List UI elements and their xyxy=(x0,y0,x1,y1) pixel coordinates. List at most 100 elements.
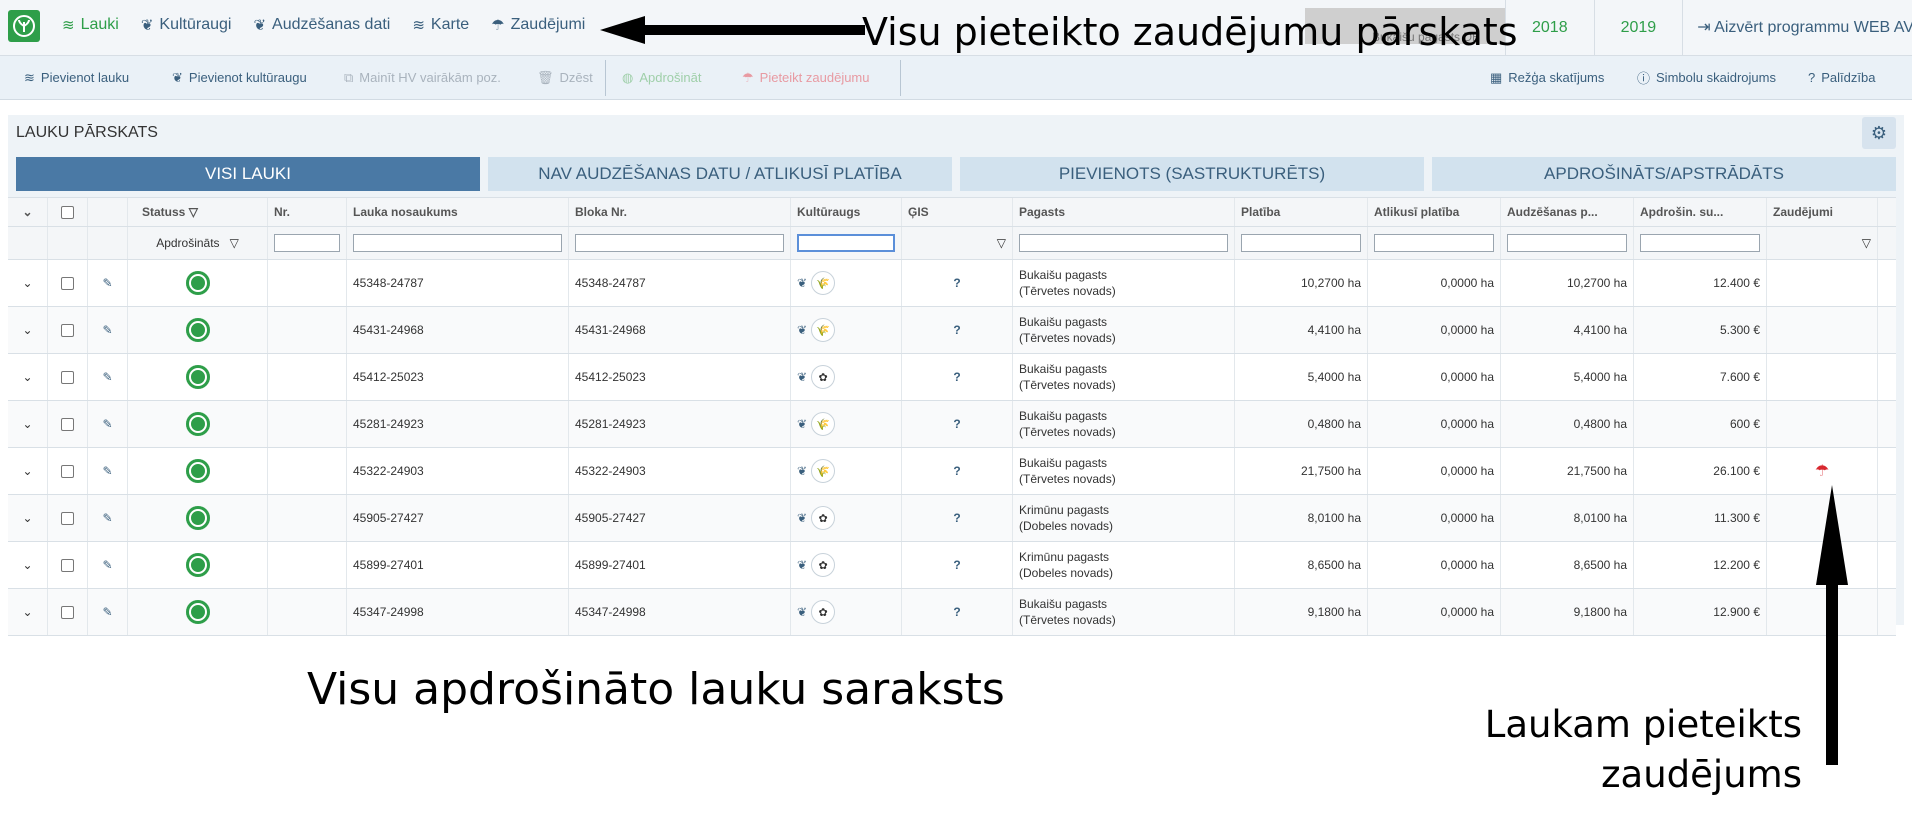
chevron-down-icon[interactable]: ⌄ xyxy=(22,323,32,337)
filter-block-input[interactable] xyxy=(575,234,784,252)
report-loss-button[interactable]: ☂ Pieteikt zaudējumu xyxy=(742,56,870,99)
table-row[interactable]: ⌄ ✎ 45322-24903 45322-24903 ❦ 🌾? Bukaišu pagas… xyxy=(8,448,1896,495)
filter-nr-input[interactable] xyxy=(274,234,340,252)
insure-button[interactable]: ◍ Apdrošināt xyxy=(622,56,702,99)
gis-unknown-icon[interactable]: ? xyxy=(953,511,960,525)
edit-pencil-icon[interactable]: ✎ xyxy=(102,370,112,384)
edit-pencil-icon[interactable]: ✎ xyxy=(102,605,112,619)
gis-unknown-icon[interactable]: ? xyxy=(953,370,960,384)
header-gis[interactable]: ĢIS xyxy=(902,198,1013,226)
rapeseed-icon[interactable]: ✿ xyxy=(811,600,836,624)
row-checkbox[interactable] xyxy=(61,370,74,384)
chevron-down-icon[interactable]: ⌄ xyxy=(22,370,32,384)
table-row[interactable]: ⌄ ✎ 45412-25023 45412-25023 ❦ ✿? Bukaišu pagas… xyxy=(8,354,1896,401)
chevron-down-icon[interactable]: ⌄ xyxy=(22,605,32,619)
tab-all-fields[interactable]: VISI LAUKI xyxy=(16,157,480,191)
filter-field-name-input[interactable] xyxy=(353,234,562,252)
app-logo[interactable] xyxy=(8,10,40,42)
table-row[interactable]: ⌄ ✎ 45281-24923 45281-24923 ❦ 🌾? Bukaišu pagas… xyxy=(8,401,1896,448)
select-all-checkbox[interactable] xyxy=(48,198,88,226)
filter-area-input[interactable] xyxy=(1241,234,1361,252)
table-row[interactable]: ⌄ ✎ 45905-27427 45905-27427 ❦ ✿? Krimūnu pagas… xyxy=(8,495,1896,542)
header-block-nr[interactable]: Bloka Nr. xyxy=(569,198,791,226)
edit-pencil-icon[interactable]: ✎ xyxy=(102,417,112,431)
help-button[interactable]: ? Palīdzība xyxy=(1808,56,1875,99)
row-checkbox[interactable] xyxy=(61,511,74,525)
loss-reported-icon[interactable]: ☂ xyxy=(1815,461,1829,481)
grain-icon[interactable]: 🌾 xyxy=(811,318,836,342)
chevron-down-icon[interactable]: ⌄ xyxy=(22,464,32,478)
filter-remaining-input[interactable] xyxy=(1374,234,1494,252)
delete-button[interactable]: 🗑 Dzēst xyxy=(537,56,593,99)
tab-insured[interactable]: APDROŠINĀTS/APSTRĀDĀTS xyxy=(1432,157,1896,191)
chevron-down-icon[interactable]: ⌄ xyxy=(22,276,32,290)
header-area[interactable]: Platība xyxy=(1235,198,1368,226)
nav-item-kulturaugi[interactable]: ❦ Kultūraugi xyxy=(141,16,232,34)
header-insured-sum[interactable]: Apdrošin. su... xyxy=(1634,198,1767,226)
insured-status-icon xyxy=(185,365,210,389)
edit-pencil-icon[interactable]: ✎ xyxy=(102,511,112,525)
rapeseed-icon[interactable]: ✿ xyxy=(811,365,836,389)
row-checkbox[interactable] xyxy=(61,323,74,337)
year-2018[interactable]: 2018 xyxy=(1505,0,1594,55)
edit-pencil-icon[interactable]: ✎ xyxy=(102,323,112,337)
tab-no-growing-data[interactable]: NAV AUDZĒŠANAS DATU / ATLIKUSĪ PLATĪBA xyxy=(488,157,952,191)
filter-gis-dropdown[interactable]: ▽ xyxy=(902,227,1013,259)
row-checkbox[interactable] xyxy=(61,276,74,290)
gear-icon[interactable]: ⚙ xyxy=(1862,117,1896,149)
gis-unknown-icon[interactable]: ? xyxy=(953,464,960,478)
add-crop-button[interactable]: ❦ Pievienot kultūraugu xyxy=(172,56,307,99)
gis-unknown-icon[interactable]: ? xyxy=(953,276,960,290)
grain-icon[interactable]: 🌾 xyxy=(811,271,836,295)
gis-unknown-icon[interactable]: ? xyxy=(953,558,960,572)
filter-growing-input[interactable] xyxy=(1507,234,1627,252)
rapeseed-icon[interactable]: ✿ xyxy=(811,553,836,577)
change-hv-button[interactable]: ⧉ Mainīt HV vairākām poz. xyxy=(344,56,501,99)
header-parish[interactable]: Pagasts xyxy=(1013,198,1235,226)
nav-item-zaudejumi[interactable]: ☂ Zaudējumi xyxy=(491,16,585,34)
tab-added[interactable]: PIEVIENOTS (SASTRUKTURĒTS) xyxy=(960,157,1424,191)
table-row[interactable]: ⌄ ✎ 45348-24787 45348-24787 ❦ 🌾? Bukaišu pagas… xyxy=(8,260,1896,307)
header-crop[interactable]: Kultūraugs xyxy=(791,198,902,226)
table-row[interactable]: ⌄ ✎ 45347-24998 45347-24998 ❦ ✿? Bukaišu pagas… xyxy=(8,589,1896,636)
year-2019[interactable]: 2019 xyxy=(1593,0,1683,55)
add-field-button[interactable]: ≋ Pievienot lauku xyxy=(24,56,129,99)
close-program-button[interactable]: ⇥ Aizvērt programmu WEB AV® xyxy=(1682,0,1912,55)
status-filter[interactable]: Apdrošināts ▽ xyxy=(128,227,268,259)
gis-unknown-icon[interactable]: ? xyxy=(953,323,960,337)
header-nr[interactable]: Nr. xyxy=(268,198,347,226)
header-remaining-area[interactable]: Atlikusī platība xyxy=(1368,198,1501,226)
gis-unknown-icon[interactable]: ? xyxy=(953,605,960,619)
header-status[interactable]: Statuss ▽ xyxy=(128,198,268,226)
chevron-down-icon[interactable]: ⌄ xyxy=(22,417,32,431)
filter-parish-input[interactable] xyxy=(1019,234,1228,252)
nav-item-lauki[interactable]: ≋ Lauki xyxy=(62,16,119,34)
table-row[interactable]: ⌄ ✎ 45431-24968 45431-24968 ❦ 🌾? Bukaišu pagas… xyxy=(8,307,1896,354)
filter-crop-input[interactable] xyxy=(797,234,895,252)
grid-view-button[interactable]: ▦ Režģa skatījums xyxy=(1490,56,1604,99)
plant-icon: ❦ xyxy=(797,558,808,572)
chevron-down-icon[interactable]: ⌄ xyxy=(22,511,32,525)
chevron-down-icon[interactable]: ⌄ xyxy=(22,558,32,572)
row-checkbox[interactable] xyxy=(61,558,74,572)
header-losses[interactable]: Zaudējumi xyxy=(1767,198,1878,226)
grain-icon[interactable]: 🌾 xyxy=(811,459,836,483)
row-checkbox[interactable] xyxy=(61,417,74,431)
edit-pencil-icon[interactable]: ✎ xyxy=(102,464,112,478)
header-field-name[interactable]: Lauka nosaukums xyxy=(347,198,569,226)
edit-pencil-icon[interactable]: ✎ xyxy=(102,558,112,572)
row-checkbox[interactable] xyxy=(61,464,74,478)
filter-insured-input[interactable] xyxy=(1640,234,1760,252)
header-growing-area[interactable]: Audzēšanas p... xyxy=(1501,198,1634,226)
symbol-legend-button[interactable]: ⓘ Simbolu skaidrojums xyxy=(1637,56,1776,99)
expand-all-icon[interactable]: ⌄ xyxy=(8,198,48,226)
nav-item-karte[interactable]: ≋ Karte xyxy=(412,16,469,34)
row-checkbox[interactable] xyxy=(61,605,74,619)
rapeseed-icon[interactable]: ✿ xyxy=(811,506,836,530)
grain-icon[interactable]: 🌾 xyxy=(811,412,836,436)
gis-unknown-icon[interactable]: ? xyxy=(953,417,960,431)
filter-losses-dropdown[interactable]: ▽ xyxy=(1767,227,1878,259)
table-row[interactable]: ⌄ ✎ 45899-27401 45899-27401 ❦ ✿? Krimūnu pagas… xyxy=(8,542,1896,589)
nav-item-audzesanas-dati[interactable]: ❦ Audzēšanas dati xyxy=(253,16,390,34)
edit-pencil-icon[interactable]: ✎ xyxy=(102,276,112,290)
